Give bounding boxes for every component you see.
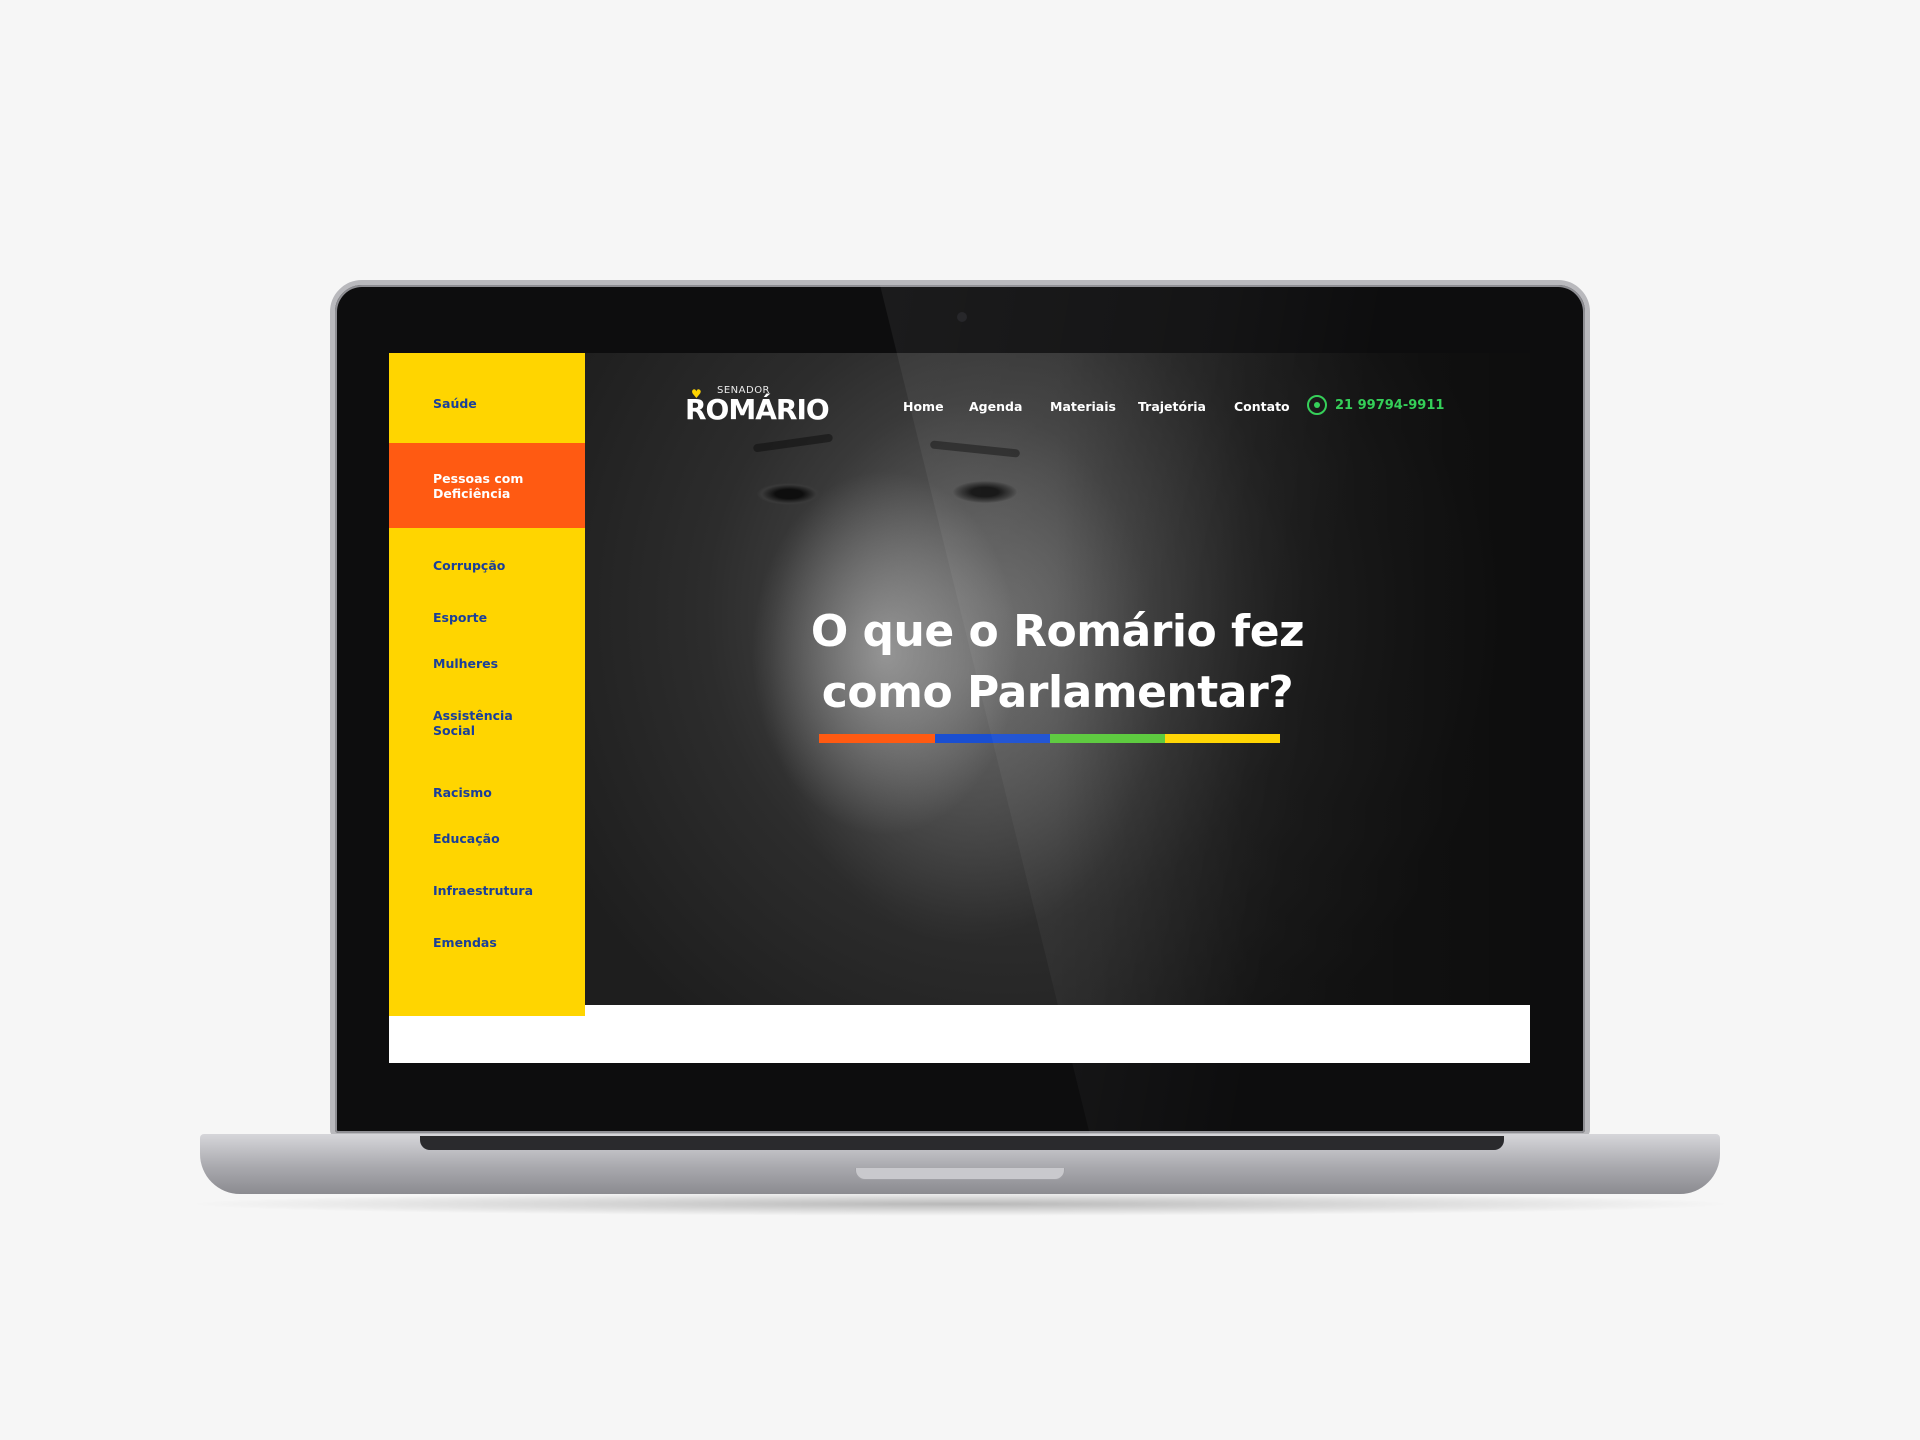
portrait-eye-right	[953, 481, 1017, 503]
phone-number: 21 99794-9911	[1335, 397, 1445, 413]
nav-trajetoria[interactable]: Trajetória	[1138, 399, 1206, 414]
camera-icon	[957, 312, 967, 322]
sidebar-item-mulheres[interactable]: Mulheres	[389, 656, 585, 671]
laptop-screen: Saúde Pessoas com Deficiência Corrupção …	[389, 353, 1530, 1063]
whatsapp-phone-link[interactable]: 21 99794-9911	[1307, 395, 1444, 415]
underline-bar-green	[1050, 734, 1165, 743]
whatsapp-icon	[1307, 395, 1327, 415]
nav-agenda[interactable]: Agenda	[969, 399, 1022, 414]
underline-bar-orange	[819, 734, 935, 743]
sidebar-item-infraestrutura[interactable]: Infraestrutura	[389, 883, 585, 898]
portrait-eye-left	[757, 483, 821, 505]
laptop-notch	[855, 1168, 1065, 1180]
sidebar-item-saude[interactable]: Saúde	[389, 396, 585, 411]
sidebar-item-corrupcao[interactable]: Corrupção	[389, 558, 585, 573]
portrait-brow-right	[929, 440, 1021, 458]
laptop-shadow	[180, 1192, 1740, 1216]
underline-bar-yellow	[1165, 734, 1280, 743]
headline-line-2: como Parlamentar?	[821, 667, 1294, 718]
sidebar-item-educacao[interactable]: Educação	[389, 831, 585, 846]
sidebar-item-pessoas-com-deficiencia[interactable]: Pessoas com Deficiência	[389, 443, 585, 528]
logo-big-text: ROMÁRIO	[685, 393, 830, 426]
senador-romario-logo[interactable]: SENADOR ♥ ROMÁRIO	[685, 385, 845, 426]
headline-line-1: O que o Romário fez	[810, 606, 1305, 657]
sidebar-item-esporte[interactable]: Esporte	[389, 610, 585, 625]
content-strip	[585, 1005, 1530, 1063]
mockup-background: Saúde Pessoas com Deficiência Corrupção …	[0, 0, 1920, 1440]
hero-banner: SENADOR ♥ ROMÁRIO Home Agenda Materiais …	[585, 353, 1530, 1005]
sidebar-item-label: Pessoas com Deficiência	[433, 470, 524, 501]
sidebar-item-racismo[interactable]: Racismo	[389, 785, 585, 800]
sidebar-item-assistencia-social[interactable]: Assistência Social	[389, 708, 585, 738]
nav-contato[interactable]: Contato	[1234, 399, 1290, 414]
underline-bar-blue	[935, 734, 1050, 743]
hero-headline: O que o Romário fez como Parlamentar?	[585, 601, 1530, 723]
sidebar-item-emendas[interactable]: Emendas	[389, 935, 585, 950]
topics-sidebar: Saúde Pessoas com Deficiência Corrupção …	[389, 353, 585, 1016]
nav-home[interactable]: Home	[903, 399, 944, 414]
laptop-hinge	[420, 1136, 1504, 1150]
nav-materiais[interactable]: Materiais	[1050, 399, 1116, 414]
portrait-brow-left	[752, 433, 834, 453]
